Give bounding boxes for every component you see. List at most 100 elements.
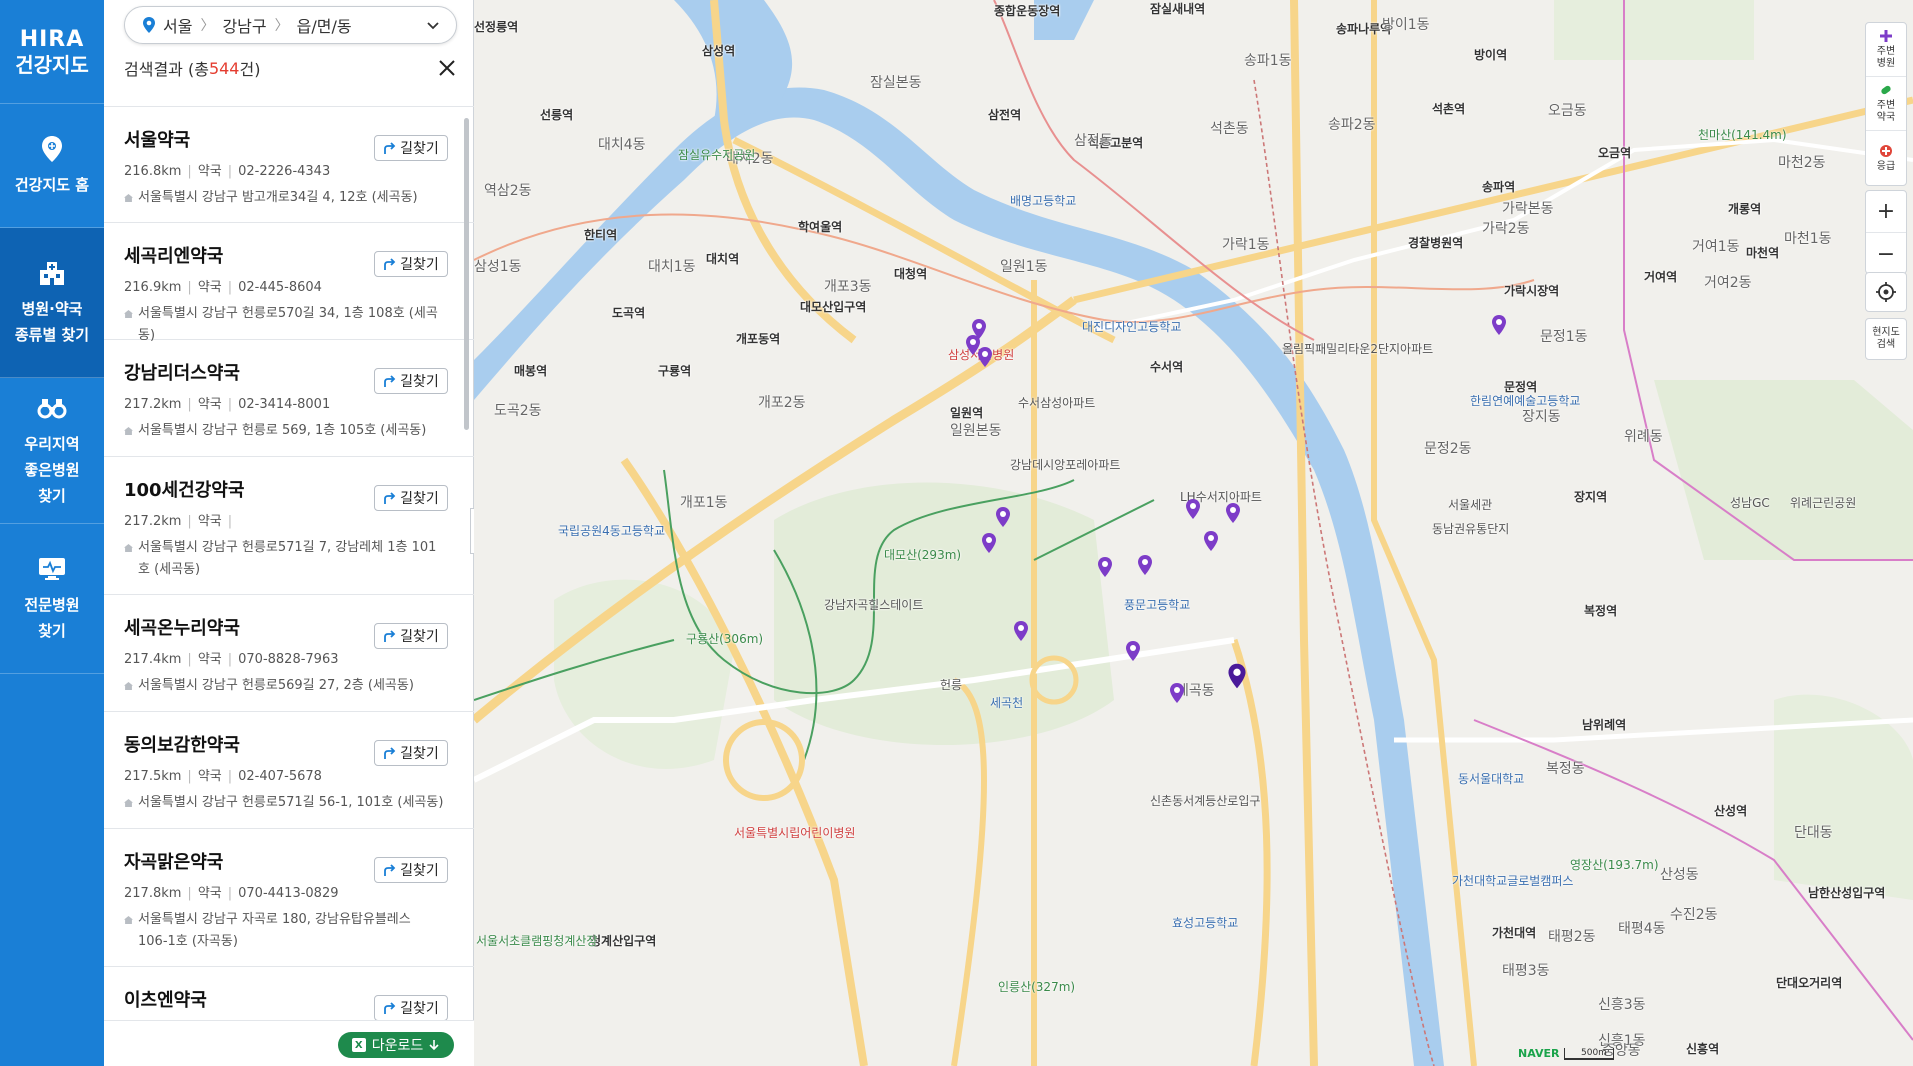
map-station-label[interactable]: 잠실새내역	[1150, 0, 1205, 17]
emergency-button[interactable]: 응급	[1866, 131, 1906, 185]
map-station-label[interactable]: 산성역	[1714, 802, 1747, 819]
map-station-label[interactable]: 가천대역	[1492, 924, 1536, 941]
map-place-label[interactable]: 서울세관	[1448, 496, 1492, 513]
map-place-label[interactable]: 잠실유수지공원	[678, 146, 755, 163]
map-place-label[interactable]: 국립공원4동고등학교	[558, 522, 665, 539]
map-station-label[interactable]: 개롱역	[1728, 200, 1761, 217]
map-station-label[interactable]: 대모산입구역	[800, 298, 866, 315]
map-station-label[interactable]: 오금역	[1598, 144, 1631, 161]
map-station-label[interactable]: 장지역	[1574, 488, 1607, 505]
pharmacy-pin-icon[interactable]	[1490, 314, 1508, 336]
map-place-label[interactable]: 대모산(293m)	[884, 546, 961, 563]
map-place-label[interactable]: 위례근린공원	[1790, 494, 1856, 511]
map-place-label[interactable]: 인릉산(327m)	[998, 978, 1075, 995]
directions-button[interactable]: 길찾기	[374, 623, 448, 649]
map-station-label[interactable]: 마천역	[1746, 244, 1779, 261]
map-place-label[interactable]: 풍문고등학교	[1124, 596, 1190, 613]
map-station-label[interactable]: 복정역	[1584, 602, 1617, 619]
list-item[interactable]: 자곡맑은약국 217.8km | 약국 | 070-4413-0829 서울특별시 강남…	[104, 829, 474, 967]
nav-item-home[interactable]: 건강지도 홈	[0, 104, 104, 228]
list-item[interactable]: 동의보감한약국 217.5km | 약국 | 02-407-5678 서울특별시 강남구…	[104, 712, 474, 829]
map-station-label[interactable]: 개포동역	[736, 330, 780, 347]
map-station-label[interactable]: 선정릉역	[474, 18, 518, 35]
pharmacy-pin-icon[interactable]	[1224, 502, 1242, 524]
pharmacy-pin-icon[interactable]	[1096, 556, 1114, 578]
map-station-label[interactable]: 선릉역	[540, 106, 573, 123]
map-station-label[interactable]: 구룡역	[658, 362, 691, 379]
pharmacy-pin-icon[interactable]	[980, 532, 998, 554]
directions-button[interactable]: 길찾기	[374, 251, 448, 277]
map-place-label[interactable]: 성남GC	[1730, 494, 1770, 511]
list-scrollbar[interactable]	[464, 118, 469, 430]
map-view[interactable]: 선정릉역 삼성역 종합운동장역 잠실새내역 석촌역 송파역 가락시장역 문정역 …	[474, 0, 1913, 1066]
pharmacy-pin-icon[interactable]	[1184, 498, 1202, 520]
map-station-label[interactable]: 송파역	[1482, 178, 1515, 195]
map-station-label[interactable]: 일원역	[950, 404, 983, 421]
hira-logo[interactable]: HIRA 건강지도	[0, 0, 104, 104]
map-station-label[interactable]: 단대오거리역	[1776, 974, 1842, 991]
map-station-label[interactable]: 가락시장역	[1504, 282, 1559, 299]
map-station-label[interactable]: 방이역	[1474, 46, 1507, 63]
map-place-label[interactable]: 배명고등학교	[1010, 192, 1076, 209]
nav-item-good-hospital[interactable]: 우리지역 좋은병원 찾기	[0, 378, 104, 524]
directions-button[interactable]: 길찾기	[374, 485, 448, 511]
pharmacy-pin-icon[interactable]	[1202, 530, 1220, 552]
map-station-label[interactable]: 청계산입구역	[590, 932, 656, 949]
nav-item-specialty-hospital[interactable]: 전문병원 찾기	[0, 524, 104, 674]
map-place-label[interactable]: 효성고등학교	[1172, 914, 1238, 931]
directions-button[interactable]: 길찾기	[374, 995, 448, 1020]
map-station-label[interactable]: 도곡역	[612, 304, 645, 321]
map-place-label[interactable]: 경찰병원역	[1408, 234, 1463, 251]
map-station-label[interactable]: 남한산성입구역	[1808, 884, 1885, 901]
list-item[interactable]: 서울약국 216.8km | 약국 | 02-2226-4343 서울특별시 강남구 밤…	[104, 107, 474, 223]
current-location-button[interactable]	[1865, 272, 1907, 312]
directions-button[interactable]: 길찾기	[374, 368, 448, 394]
map-place-label[interactable]: 강남데시앙포레아파트	[1010, 456, 1120, 473]
map-place-label[interactable]: 대진디자인고등학교	[1082, 318, 1181, 335]
list-item[interactable]: 이츠엔약국 길찾기	[104, 967, 474, 1020]
map-place-label[interactable]: 가천대학교글로벌캠퍼스	[1452, 872, 1573, 889]
directions-button[interactable]: 길찾기	[374, 135, 448, 161]
map-station-label[interactable]: 석촌역	[1432, 100, 1465, 117]
close-icon[interactable]	[437, 58, 457, 78]
map-place-label[interactable]: 수서삼성아파트	[1018, 394, 1095, 411]
list-item[interactable]: 세곡리엔약국 216.9km | 약국 | 02-445-8604 서울특별시 강남구 …	[104, 223, 474, 343]
map-station-label[interactable]: 삼전역	[988, 106, 1021, 123]
pharmacy-pin-icon[interactable]	[994, 506, 1012, 528]
map-station-label[interactable]: 종합운동장역	[994, 2, 1060, 19]
zoom-out-button[interactable]: −	[1866, 233, 1906, 275]
map-station-label[interactable]: 한티역	[584, 226, 617, 243]
map-place-label[interactable]: 신촌동서계등산로입구	[1150, 792, 1260, 809]
map-place-label[interactable]: 헌릉	[940, 676, 962, 693]
map-station-label[interactable]: 수서역	[1150, 358, 1183, 375]
map-place-label[interactable]: 서울특별시립어린이병원	[734, 824, 855, 841]
map-station-label[interactable]: 매봉역	[514, 362, 547, 379]
directions-button[interactable]: 길찾기	[374, 740, 448, 766]
nav-item-hospital-pharmacy-type[interactable]: 병원·약국 종류별 찾기	[0, 228, 104, 378]
pharmacy-pin-icon[interactable]	[976, 346, 994, 368]
list-item[interactable]: 100세건강약국 217.2km | 약국 | 서울특별시 강남구 헌릉로571길 7…	[104, 457, 474, 595]
map-place-label[interactable]: 천마산(141.4m)	[1698, 126, 1787, 143]
map-place-label[interactable]: 영장산(193.7m)	[1570, 856, 1659, 873]
map-place-label[interactable]: 올림픽패밀리타운2단지아파트	[1282, 340, 1433, 357]
pharmacy-pin-icon[interactable]	[1136, 554, 1154, 576]
pharmacy-pin-icon[interactable]	[1168, 682, 1186, 704]
list-item[interactable]: 세곡온누리약국 217.4km | 약국 | 070-8828-7963 서울특별시 강…	[104, 595, 474, 712]
map-place-label[interactable]: 구룡산(306m)	[686, 630, 763, 647]
map-station-label[interactable]: 신흥역	[1686, 1040, 1719, 1057]
map-place-label[interactable]: 한림연예예술고등학교	[1470, 392, 1580, 409]
region-selector[interactable]: 서울 〉 강남구 〉 읍/면/동	[124, 6, 457, 44]
map-place-label[interactable]: 세곡천	[990, 694, 1023, 711]
pharmacy-pin-icon[interactable]	[1012, 620, 1030, 642]
map-station-label[interactable]: 남위례역	[1582, 716, 1626, 733]
map-station-label[interactable]: 삼성역	[702, 42, 735, 59]
map-station-label[interactable]: 대치역	[706, 250, 739, 267]
nearby-pharmacy-button[interactable]: 주변 약국	[1866, 77, 1906, 131]
download-button[interactable]: X 다운로드	[338, 1032, 454, 1058]
map-place-label[interactable]: 동남권유통단지	[1432, 520, 1509, 537]
map-place-label[interactable]: 서울서초클램핑청계산장	[476, 932, 597, 949]
search-current-map-button[interactable]: 현지도 검색	[1865, 318, 1907, 360]
map-station-label[interactable]: 학여울역	[798, 218, 842, 235]
list-item[interactable]: 강남리더스약국 217.2km | 약국 | 02-3414-8001 서울특별시 강남…	[104, 340, 474, 457]
pharmacy-pin-icon[interactable]	[1124, 640, 1142, 662]
